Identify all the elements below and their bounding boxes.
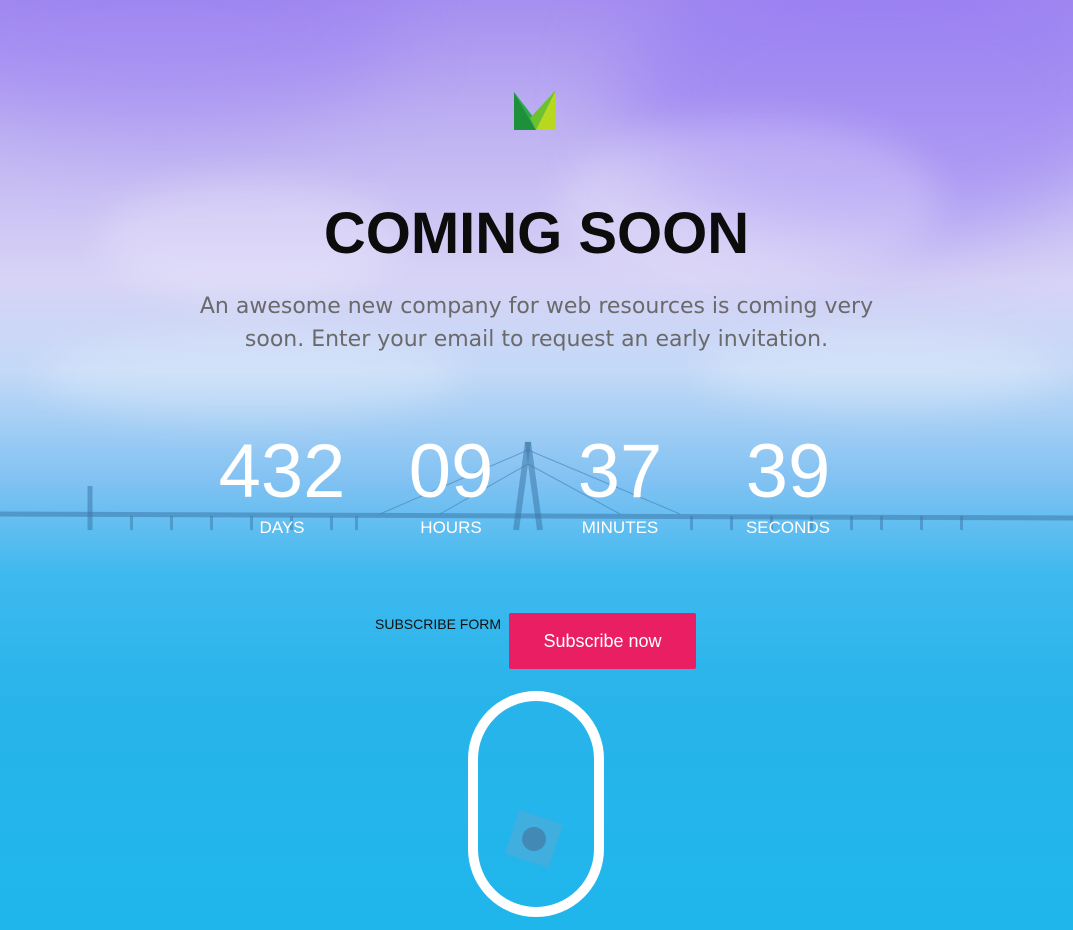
countdown-minutes: 37 MINUTES bbox=[535, 430, 705, 538]
page-title: COMING SOON bbox=[323, 201, 750, 266]
countdown: 432 DAYS 09 HOURS 37 MINUTES 39 SECONDS bbox=[0, 430, 1073, 550]
countdown-seconds-label: SECONDS bbox=[745, 518, 831, 537]
subscribe-button[interactable]: Subscribe now bbox=[509, 613, 696, 669]
countdown-seconds-value: 39 bbox=[745, 429, 831, 514]
countdown-days-label: DAYS bbox=[259, 518, 305, 537]
countdown-hours: 09 HOURS bbox=[366, 430, 536, 538]
countdown-hours-label: HOURS bbox=[420, 518, 482, 537]
scroll-mouse-icon[interactable] bbox=[468, 691, 604, 917]
countdown-hours-value: 09 bbox=[408, 429, 494, 514]
countdown-days-value: 432 bbox=[218, 429, 346, 514]
countdown-minutes-value: 37 bbox=[577, 429, 663, 514]
subscribe-form-label: SUBSCRIBE FORM bbox=[375, 616, 502, 632]
tagline: An awesome new company for web resources… bbox=[199, 294, 874, 352]
countdown-days: 432 DAYS bbox=[197, 430, 367, 538]
m-logo-icon bbox=[514, 90, 556, 130]
countdown-seconds: 39 SECONDS bbox=[703, 430, 873, 538]
countdown-minutes-label: MINUTES bbox=[581, 518, 659, 537]
